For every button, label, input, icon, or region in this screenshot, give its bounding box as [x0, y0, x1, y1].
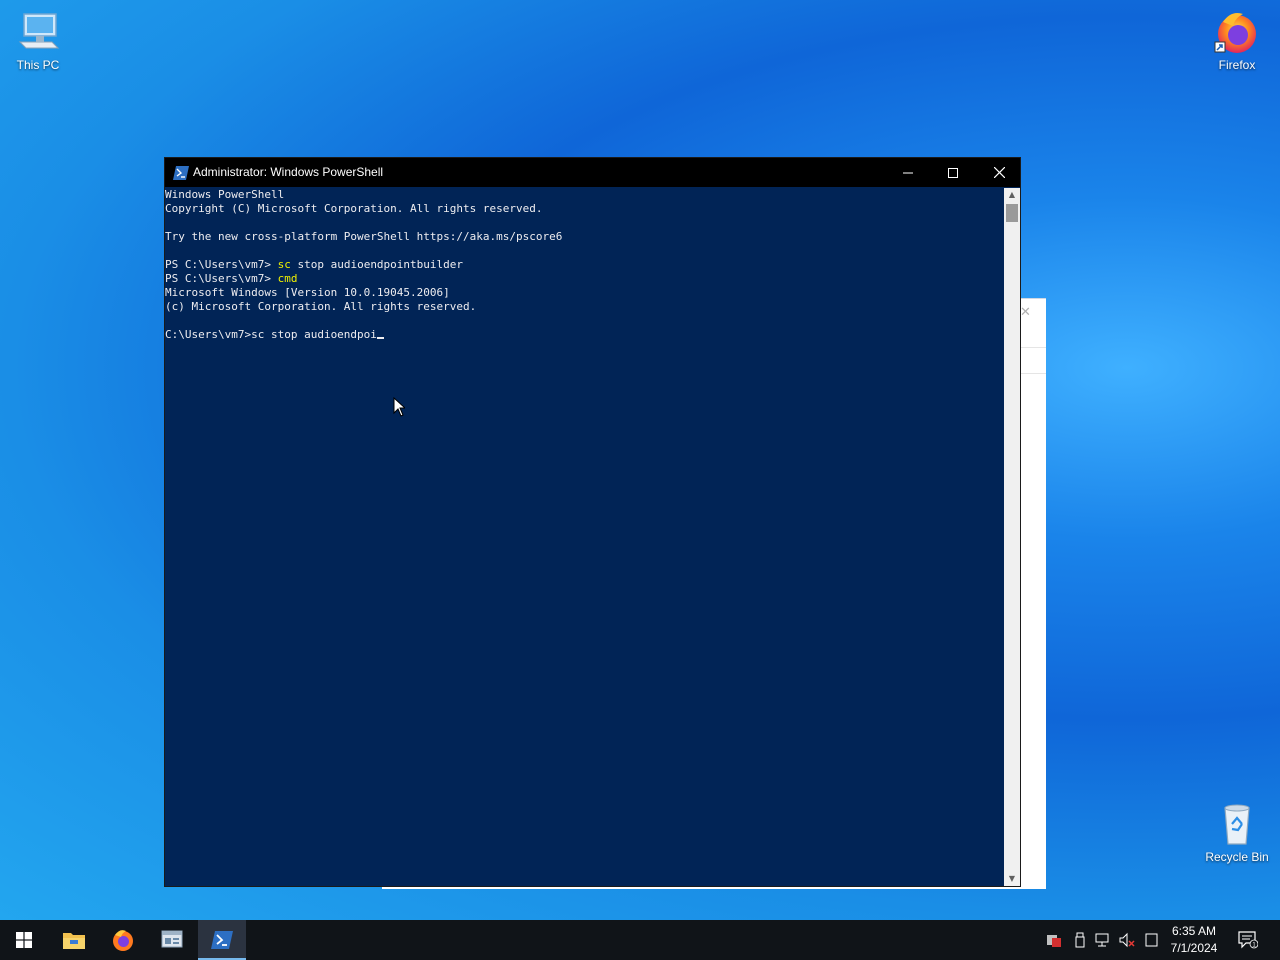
- clock-time: 6:35 AM: [1171, 924, 1217, 938]
- firefox-icon: [113, 930, 133, 951]
- window-title: Administrator: Windows PowerShell: [193, 165, 384, 179]
- start-button[interactable]: [0, 920, 48, 960]
- vertical-scrollbar[interactable]: ▲ ▼: [1004, 188, 1020, 886]
- console-line: PS C:\Users\vm7> sc stop audioendpointbu…: [165, 258, 1003, 272]
- volume-muted-icon[interactable]: [1119, 932, 1135, 948]
- firefox-button[interactable]: [99, 920, 147, 960]
- title-bar[interactable]: Administrator: Windows PowerShell: [165, 158, 1020, 187]
- console-output[interactable]: Windows PowerShell Copyright (C) Microsof…: [165, 188, 1003, 886]
- desktop-icon-label: This PC: [16, 58, 60, 72]
- desktop-icon-label: Recycle Bin: [1205, 850, 1269, 864]
- console-text: Microsoft Windows [Version 10.0.19045.20…: [165, 286, 450, 299]
- system-clock[interactable]: 6:35 AM 7/1/2024: [1164, 923, 1224, 957]
- desktop: This PC Firefox Recycle Bin ✕ Administra…: [0, 0, 1280, 920]
- notifications-icon[interactable]: 1: [1238, 931, 1259, 949]
- console-line: Microsoft Windows [Version 10.0.19045.20…: [165, 286, 1003, 300]
- firefox-icon: [1213, 8, 1261, 56]
- close-icon[interactable]: ✕: [1020, 305, 1031, 320]
- clock-date: 7/1/2024: [1170, 941, 1218, 955]
- powershell-window[interactable]: Administrator: Windows PowerShell Window…: [164, 157, 1021, 887]
- console-text: Try the new cross-platform PowerShell ht…: [165, 230, 563, 243]
- scroll-down-icon[interactable]: ▼: [1004, 872, 1020, 886]
- scroll-up-icon[interactable]: ▲: [1004, 188, 1020, 202]
- console-line: (c) Microsoft Corporation. All rights re…: [165, 300, 1003, 314]
- divider: [1020, 347, 1046, 348]
- this-pc-icon: [14, 8, 62, 56]
- minimize-icon: [903, 172, 913, 173]
- desktop-icon-firefox[interactable]: Firefox: [1199, 8, 1275, 73]
- console-line: Windows PowerShell: [165, 188, 1003, 202]
- console-text: stop audioendpointbuilder: [290, 258, 464, 271]
- console-text: C:\Users\vm7>sc stop audioendpoi: [165, 328, 377, 341]
- recycle-bin-icon: [1213, 800, 1261, 848]
- mouse-pointer-icon: [393, 396, 407, 417]
- security-icon[interactable]: [1046, 932, 1062, 948]
- background-window[interactable]: ✕: [1020, 298, 1046, 889]
- console-text: PS C:\Users\vm7>: [165, 272, 278, 285]
- minimize-button[interactable]: [885, 158, 931, 187]
- windows-logo-icon: [16, 932, 32, 948]
- console-command: sc: [277, 258, 291, 271]
- usb-icon[interactable]: [1072, 932, 1088, 948]
- powershell-icon: [173, 165, 189, 180]
- close-icon: [993, 167, 1005, 178]
- divider: [1020, 373, 1046, 374]
- console-text: Windows PowerShell: [165, 188, 285, 201]
- app-button[interactable]: [148, 920, 196, 960]
- network-icon[interactable]: [1095, 932, 1111, 948]
- desktop-icon-this-pc[interactable]: This PC: [0, 8, 76, 73]
- taskbar: 6:35 AM 7/1/2024 1: [0, 920, 1280, 960]
- console-text: PS C:\Users\vm7>: [165, 258, 278, 271]
- scroll-thumb[interactable]: [1006, 204, 1018, 222]
- console-command: cmd: [277, 272, 298, 285]
- console-line: C:\Users\vm7>sc stop audioendpoi: [165, 328, 1003, 342]
- close-button[interactable]: [976, 158, 1022, 187]
- console-text: Copyright (C) Microsoft Corporation. All…: [165, 202, 543, 215]
- input-icon[interactable]: [1144, 932, 1160, 948]
- text-caret: [376, 337, 384, 339]
- console-line: Try the new cross-platform PowerShell ht…: [165, 230, 1003, 244]
- powershell-button[interactable]: [198, 920, 246, 960]
- window-app-icon: [161, 930, 183, 948]
- maximize-button[interactable]: [930, 158, 976, 187]
- desktop-icon-label: Firefox: [1218, 58, 1256, 72]
- console-text: (c) Microsoft Corporation. All rights re…: [165, 300, 477, 313]
- file-explorer-button[interactable]: [50, 920, 98, 960]
- powershell-icon: [211, 931, 233, 949]
- desktop-icon-recycle-bin[interactable]: Recycle Bin: [1199, 800, 1275, 865]
- maximize-icon: [948, 167, 958, 178]
- console-line: PS C:\Users\vm7> cmd: [165, 272, 1003, 286]
- console-line: Copyright (C) Microsoft Corporation. All…: [165, 202, 1003, 216]
- folder-icon: [63, 933, 85, 949]
